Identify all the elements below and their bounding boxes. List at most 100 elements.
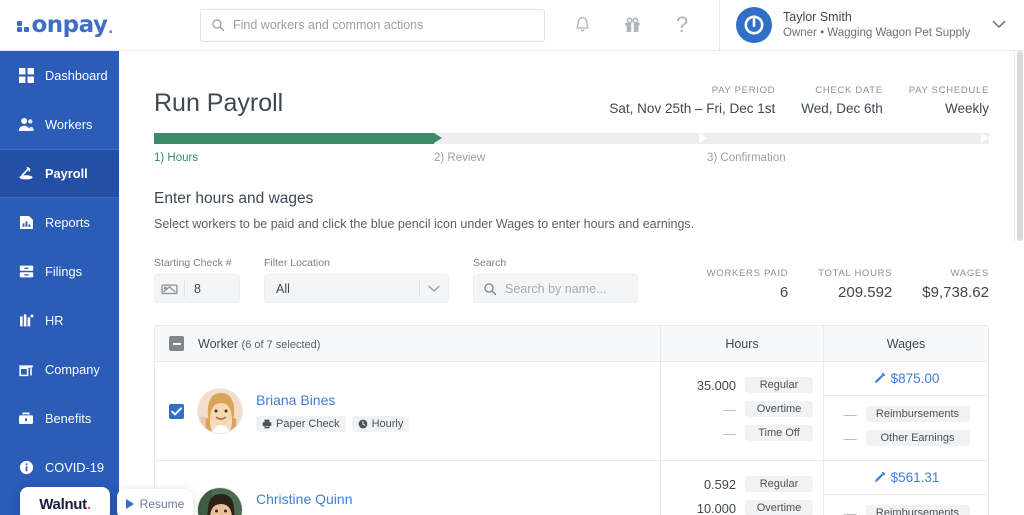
wage-line-value: — [843,506,857,515]
wages-cell: $875.00 — Reimbursements — Other Earning… [823,362,988,460]
starting-check-label: Starting Check # [154,257,240,269]
sidebar-item-payroll[interactable]: Payroll [0,149,119,198]
sidebar-item-benefits[interactable]: Benefits [0,394,119,443]
check-paper-icon [155,280,185,297]
wage-line[interactable]: — Other Earnings [824,426,988,450]
sidebar-item-label: Workers [45,117,92,132]
walnut-badge[interactable]: Walnut. [20,487,110,515]
help-icon[interactable]: ? [671,14,693,36]
play-icon [126,499,134,509]
briefcase-icon [18,411,34,426]
user-name: Taylor Smith [783,9,970,25]
table-header-worker: Worker (6 of 7 selected) [155,336,660,351]
walnut-label: Walnut [39,496,87,513]
worker-tags: Paper Check Hourly [256,416,409,432]
hours-line[interactable]: — Time Off [661,421,813,445]
chevron-down-icon[interactable] [992,16,1006,34]
sidebar-item-label: Dashboard [45,68,108,83]
filter-location-select[interactable]: All [264,274,449,303]
user-menu[interactable]: Taylor Smith Owner • Wagging Wagon Pet S… [720,7,1024,43]
filter-location-value: All [276,282,290,296]
stat-value: 6 [707,282,789,303]
starting-check-field: Starting Check # 8 [154,257,240,303]
worker-search-field: Search Search by name... [473,257,638,303]
progress-steps: 1) Hours 2) Review 3) Confirmation [154,152,989,164]
logo[interactable]: onpay . [0,0,200,50]
stat-value: 209.592 [818,282,892,303]
payroll-icon [18,166,34,181]
pencil-icon [873,372,886,385]
wage-amount-edit[interactable]: $561.31 [824,461,988,495]
row-checkbox[interactable] [169,404,184,419]
search-icon [483,282,497,296]
hours-line[interactable]: — Overtime [661,397,813,421]
bell-icon[interactable] [571,14,593,36]
wage-line[interactable]: — Reimbursements [824,501,988,515]
sidebar-item-company[interactable]: Company [0,345,119,394]
sidebar-item-hr[interactable]: HR [0,296,119,345]
starting-check-input[interactable]: 8 [154,274,240,303]
wage-amount-edit[interactable]: $875.00 [824,362,988,396]
hours-label: Regular [745,476,813,492]
search-icon [211,18,225,32]
hours-cell: 0.592 Regular 10.000 Overtime — Time Off [660,461,823,515]
section-heading: Enter hours and wages [154,190,989,208]
summary-stats: WORKERS PAID 6 TOTAL HOURS 209.592 WAGES… [677,267,989,303]
top-bar: onpay . Find workers and common actions [0,0,1024,51]
resume-label: Resume [140,497,185,511]
hours-value: — [723,402,736,417]
worker-selected-count: (6 of 7 selected) [242,339,321,351]
worker-name-link[interactable]: Christine Quinn [256,490,413,508]
sidebar-item-covid-19[interactable]: COVID-19 [0,443,119,492]
gift-icon[interactable] [621,14,643,36]
hours-line[interactable]: 35.000 Regular [661,373,813,397]
vertical-scrollbar[interactable] [1015,51,1024,515]
table-header-wages: Wages [823,326,988,361]
hours-line[interactable]: 10.000 Overtime [661,496,813,515]
worker-cell: Briana Bines Paper Check [155,362,660,460]
logo-text: onpay [32,15,108,35]
step-confirmation[interactable]: 3) Confirmation [707,152,989,164]
sidebar-item-label: Payroll [45,166,88,181]
meta-label: PAY PERIOD [609,84,775,97]
wage-amount: $561.31 [891,470,940,485]
select-all-checkbox[interactable] [169,336,184,351]
table-header-row: Worker (6 of 7 selected) Hours Wages [155,326,988,362]
chart-icon [18,215,34,230]
info-icon [18,460,34,475]
filter-location-label: Filter Location [264,257,449,269]
wage-amount: $875.00 [891,371,940,386]
global-search-input[interactable]: Find workers and common actions [200,9,545,42]
hours-value: 35.000 [697,378,736,393]
scrollbar-thumb[interactable] [1017,51,1023,241]
chevron-down-icon [420,285,448,293]
search-placeholder: Search by name... [505,282,606,296]
printer-icon [262,419,272,429]
sidebar-item-workers[interactable]: Workers [0,100,119,149]
onpay-mark-icon [742,13,766,37]
sidebar-item-filings[interactable]: Filings [0,247,119,296]
search-input[interactable]: Search by name... [473,274,638,303]
grid-icon [18,68,34,83]
sidebar-item-reports[interactable]: Reports [0,198,119,247]
app-root: onpay . Find workers and common actions [0,0,1024,515]
hours-label: Overtime [745,401,813,417]
meta-label: CHECK DATE [801,84,883,97]
help-icon-glyph: ? [676,14,688,36]
hours-line[interactable]: 0.592 Regular [661,472,813,496]
step-hours[interactable]: 1) Hours [154,152,434,164]
tag-label: Paper Check [276,418,340,430]
meta-pay-schedule: PAY SCHEDULE Weekly [883,84,989,118]
hours-value: 0.592 [704,477,736,492]
sidebar-item-label: Filings [45,264,82,279]
sidebar-item-dashboard[interactable]: Dashboard [0,51,119,100]
step-review[interactable]: 2) Review [434,152,707,164]
resume-button[interactable]: Resume [117,489,193,515]
wage-line-label: Reimbursements [866,406,970,422]
payroll-meta-group: PAY PERIOD Sat, Nov 25th – Fri, Dec 1st … [583,84,989,118]
wage-line-label: Reimbursements [866,505,970,515]
wage-line[interactable]: — Reimbursements [824,402,988,426]
hours-label: Regular [745,377,813,393]
worker-name-link[interactable]: Briana Bines [256,391,409,409]
hours-label: Overtime [745,500,813,515]
